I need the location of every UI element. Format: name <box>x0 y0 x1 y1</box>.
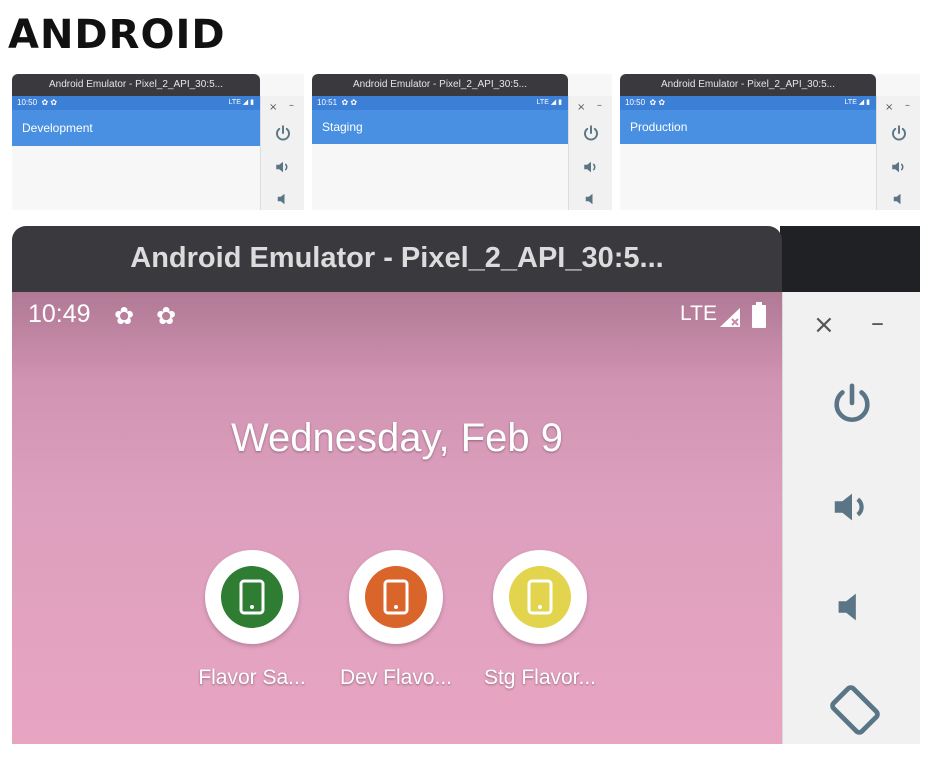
volume-up-icon[interactable] <box>829 484 875 530</box>
minimize-icon[interactable]: – <box>289 100 294 111</box>
status-time: 10:51 <box>317 98 338 107</box>
app-icon-circle <box>205 550 299 644</box>
window-title[interactable]: Android Emulator - Pixel_2_API_30:5... <box>312 74 568 96</box>
network-label: LTE <box>680 302 717 325</box>
network-status: LTE ◢ ▮ <box>536 99 562 106</box>
network-status: LTE ◢ ▮ <box>844 99 870 106</box>
emulator-side-panel: × – <box>568 96 612 210</box>
gear-icon: ✿ <box>156 302 177 330</box>
app-label: Dev Flavo... <box>339 666 453 689</box>
gear-icon: ✿ ✿ <box>339 98 358 107</box>
network-status: LTE ◢ ▮ <box>228 99 254 106</box>
status-bar: 10:50 ✿ ✿ LTE ◢ ▮ <box>620 96 876 110</box>
volume-down-icon[interactable] <box>274 190 292 208</box>
app-icon-flavor-sample[interactable]: Flavor Sa... <box>182 550 322 690</box>
app-bar-title: Development <box>12 110 260 146</box>
volume-down-icon[interactable] <box>829 584 875 630</box>
app-icon-badge <box>365 566 427 628</box>
close-icon[interactable]: × <box>813 310 835 340</box>
phone-icon <box>527 579 553 615</box>
app-bar-title: Staging <box>312 110 568 144</box>
power-icon[interactable] <box>582 124 600 142</box>
mini-emulator-staging: Android Emulator - Pixel_2_API_30:5... 1… <box>312 74 612 210</box>
volume-up-icon[interactable] <box>274 158 292 176</box>
mini-emulator-production: Android Emulator - Pixel_2_API_30:5... 1… <box>620 74 920 210</box>
power-icon[interactable] <box>829 380 875 426</box>
status-time: 10:50 <box>17 98 38 107</box>
app-label: Flavor Sa... <box>198 666 306 689</box>
status-bar: 10:50 ✿ ✿ LTE ◢ ▮ <box>12 96 260 110</box>
power-icon[interactable] <box>274 124 292 142</box>
app-icon-circle <box>493 550 587 644</box>
app-bar-title: Production <box>620 110 876 144</box>
gear-icon: ✿ ✿ <box>39 98 58 107</box>
app-icon-dev-flavor[interactable]: Dev Flavo... <box>326 550 466 690</box>
main-emulator: Android Emulator - Pixel_2_API_30:5... 1… <box>12 226 920 744</box>
volume-up-icon[interactable] <box>890 158 908 176</box>
gear-icon: ✿ ✿ <box>647 98 666 107</box>
status-bar: 10:51 ✿ ✿ LTE ◢ ▮ <box>312 96 568 110</box>
app-icon-circle <box>349 550 443 644</box>
home-screen[interactable]: 10:49 ✿ ✿ LTE Wednesday, Feb 9 Flavor Sa… <box>12 292 782 744</box>
emulator-side-panel: × – <box>876 96 920 210</box>
app-icon-stg-flavor[interactable]: Stg Flavor... <box>470 550 610 690</box>
phone-icon <box>383 579 409 615</box>
gear-icon: ✿ <box>114 302 135 330</box>
status-time: 10:49 <box>28 300 91 328</box>
mini-emulator-development: Android Emulator - Pixel_2_API_30:5... 1… <box>12 74 304 210</box>
app-label: Stg Flavor... <box>483 666 597 689</box>
date-widget[interactable]: Wednesday, Feb 9 <box>12 416 782 461</box>
status-time: 10:50 <box>625 98 646 107</box>
signal-icon <box>720 308 740 327</box>
app-icon-badge <box>221 566 283 628</box>
app-icon-badge <box>509 566 571 628</box>
close-icon[interactable]: × <box>269 102 277 113</box>
volume-down-icon[interactable] <box>582 190 600 208</box>
emulator-side-panel: × – <box>782 292 920 744</box>
emulator-frame: Android Emulator - Pixel_2_API_30:5... 1… <box>312 74 612 210</box>
window-title[interactable]: Android Emulator - Pixel_2_API_30:5... <box>620 74 876 96</box>
title-bar-background <box>780 226 920 292</box>
minimize-icon[interactable]: – <box>597 100 602 111</box>
minimize-icon[interactable]: – <box>905 100 910 111</box>
close-icon[interactable]: × <box>577 102 585 113</box>
window-title[interactable]: Android Emulator - Pixel_2_API_30:5... <box>12 74 260 96</box>
volume-down-icon[interactable] <box>890 190 908 208</box>
window-title[interactable]: Android Emulator - Pixel_2_API_30:5... <box>12 226 782 292</box>
close-icon[interactable]: × <box>885 102 893 113</box>
emulator-frame: Android Emulator - Pixel_2_API_30:5... 1… <box>12 74 304 210</box>
battery-icon <box>752 302 766 328</box>
minimize-icon[interactable]: – <box>871 308 884 338</box>
page-heading: ANDROID <box>8 12 226 58</box>
rotate-icon[interactable] <box>829 682 881 738</box>
phone-icon <box>239 579 265 615</box>
power-icon[interactable] <box>890 124 908 142</box>
emulator-frame: Android Emulator - Pixel_2_API_30:5... 1… <box>620 74 920 210</box>
emulator-side-panel: × – <box>260 96 304 210</box>
volume-up-icon[interactable] <box>582 158 600 176</box>
